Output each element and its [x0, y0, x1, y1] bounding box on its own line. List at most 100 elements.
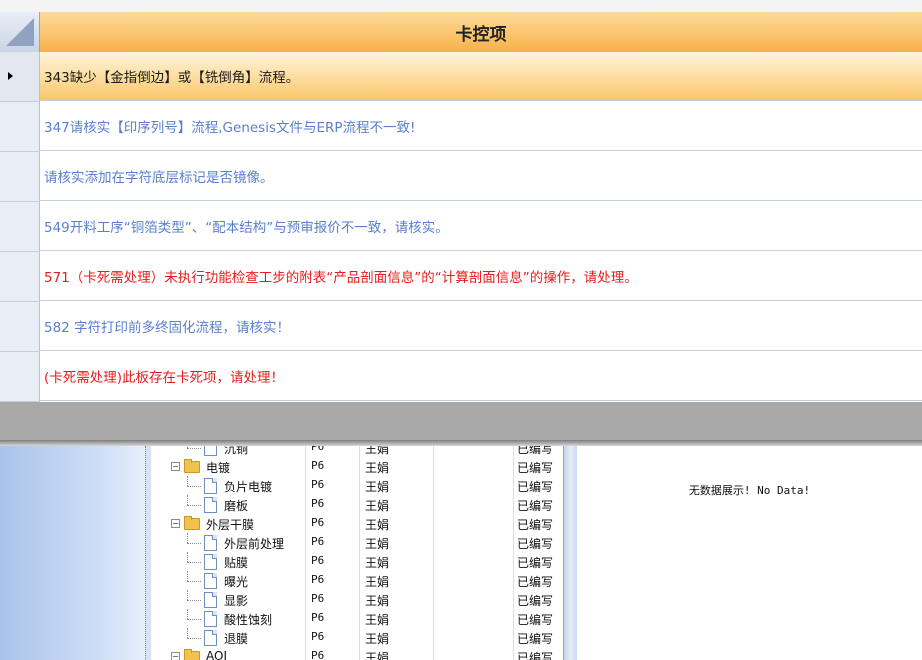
grid-row[interactable]: 343缺少【金指倒边】或【铣倒角】流程。	[0, 52, 922, 102]
row-header[interactable]	[0, 202, 40, 252]
grid-row[interactable]: 582 字符打印前多终固化流程，请核实！	[0, 302, 922, 352]
tree-cell-code: P6	[311, 516, 325, 529]
tree-connector	[187, 638, 201, 639]
collapse-toggle-icon[interactable]: −	[171, 652, 180, 660]
tree-connector	[187, 571, 188, 581]
background-window: 沉铜 P6 王娟 已编写 − 电镀 P6 王娟 已编写 负片电镀 P6 王娟 已编写 磨板 P6 王娟 已编写 −…	[0, 446, 922, 660]
folder-icon	[184, 516, 200, 530]
row-header[interactable]	[0, 52, 40, 102]
tree-cell-status: 已编写	[517, 556, 554, 570]
tree-cell-status: 已编写	[517, 613, 554, 627]
tree-row[interactable]: 曝光 P6 王娟 已编写	[151, 571, 563, 590]
tree-cell-owner: 王娟	[365, 537, 390, 551]
tree-cell-code: P6	[311, 478, 325, 491]
tree-connector	[187, 600, 201, 601]
tree-connector	[187, 543, 201, 544]
row-header[interactable]	[0, 152, 40, 202]
tree-cell-status: 已编写	[517, 537, 554, 551]
tree-connector	[187, 552, 188, 562]
folder-icon	[184, 459, 200, 473]
check-items-grid: 卡控项 343缺少【金指倒边】或【铣倒角】流程。 347请核实【印序列号】流程,G…	[0, 12, 922, 402]
tree-cell-code: P6	[311, 535, 325, 548]
row-header[interactable]	[0, 252, 40, 302]
row-header[interactable]	[0, 102, 40, 152]
tree-row[interactable]: 负片电镀 P6 王娟 已编写	[151, 476, 563, 495]
tree-row[interactable]: 显影 P6 王娟 已编写	[151, 590, 563, 609]
tree-node-label: AOI	[206, 649, 227, 660]
tree-cell-owner: 王娟	[365, 632, 390, 646]
tree-cell-code: P6	[311, 611, 325, 624]
tree-connector	[187, 609, 188, 619]
dialog-empty-area	[0, 402, 922, 440]
tree-node-label: 电镀	[206, 461, 231, 475]
grid-row[interactable]: 请核实添加在字符底层标记是否镜像。	[0, 152, 922, 202]
tree-row[interactable]: − 外层干膜 P6 王娟 已编写	[151, 514, 563, 533]
tree-cell-status: 已编写	[517, 461, 554, 475]
tree-cell-owner: 王娟	[365, 613, 390, 627]
tree-node-label: 贴膜	[224, 556, 249, 570]
tree-row[interactable]: 酸性蚀刻 P6 王娟 已编写	[151, 609, 563, 628]
tree-connector	[187, 495, 188, 505]
tree-row[interactable]: 贴膜 P6 王娟 已编写	[151, 552, 563, 571]
tree-cell-status: 已编写	[517, 575, 554, 589]
tree-cell-code: P6	[311, 630, 325, 643]
check-item-cell[interactable]: 343缺少【金指倒边】或【铣倒角】流程。	[40, 52, 922, 101]
column-header-check-items[interactable]: 卡控项	[40, 12, 922, 53]
folder-icon	[184, 649, 200, 660]
check-item-cell[interactable]: 549开料工序“铜箔类型”、“配本结构”与预审报价不一致，请核实。	[40, 202, 922, 251]
grid-row[interactable]: 347请核实【印序列号】流程,Genesis文件与ERP流程不一致!	[0, 102, 922, 152]
process-tree: 沉铜 P6 王娟 已编写 − 电镀 P6 王娟 已编写 负片电镀 P6 王娟 已编写 磨板 P6 王娟 已编写 −…	[151, 446, 563, 660]
tree-connector	[187, 486, 201, 487]
tree-row[interactable]: − AOI P6 王娟 已编写	[151, 647, 563, 660]
tree-node-label: 退膜	[224, 632, 249, 646]
collapse-toggle-icon[interactable]: −	[171, 462, 180, 471]
tree-cell-owner: 王娟	[365, 461, 390, 475]
tree-cell-status: 已编写	[517, 632, 554, 646]
grid-row[interactable]: (卡死需处理)此板存在卡死项，请处理！	[0, 352, 922, 402]
tree-cell-code: P6	[311, 649, 325, 660]
detail-pane: 无数据展示! No Data!	[577, 446, 922, 660]
tree-cell-code: P6	[311, 459, 325, 472]
left-nav-panel	[0, 446, 147, 660]
tree-row[interactable]: 沉铜 P6 王娟 已编写	[151, 446, 563, 457]
row-header[interactable]	[0, 352, 40, 402]
tree-row[interactable]: − 电镀 P6 王娟 已编写	[151, 457, 563, 476]
tree-cell-status: 已编写	[517, 518, 554, 532]
check-item-cell[interactable]: (卡死需处理)此板存在卡死项，请处理！	[40, 352, 922, 401]
tree-cell-status: 已编写	[517, 651, 554, 660]
tree-node-label: 沉铜	[224, 446, 249, 456]
document-icon	[204, 611, 217, 627]
document-icon	[204, 630, 217, 646]
tree-row[interactable]: 磨板 P6 王娟 已编写	[151, 495, 563, 514]
tree-row[interactable]: 外层前处理 P6 王娟 已编写	[151, 533, 563, 552]
check-item-cell[interactable]: 347请核实【印序列号】流程,Genesis文件与ERP流程不一致!	[40, 102, 922, 151]
check-item-cell[interactable]: 请核实添加在字符底层标记是否镜像。	[40, 152, 922, 201]
tree-cell-owner: 王娟	[365, 556, 390, 570]
grid-select-all-corner[interactable]	[0, 12, 40, 53]
tree-cell-status: 已编写	[517, 594, 554, 608]
tree-connector	[187, 562, 201, 563]
document-icon	[204, 478, 217, 494]
tree-connector	[187, 581, 201, 582]
tree-connector	[187, 476, 188, 486]
tree-cell-code: P6	[311, 446, 325, 453]
tree-connector	[187, 533, 188, 543]
collapse-toggle-icon[interactable]: −	[171, 519, 180, 528]
tree-connector	[187, 628, 188, 638]
tree-cell-status: 已编写	[517, 499, 554, 513]
document-icon	[204, 535, 217, 551]
tree-row[interactable]: 退膜 P6 王娟 已编写	[151, 628, 563, 647]
tree-node-label: 负片电镀	[224, 480, 273, 494]
tree-cell-code: P6	[311, 497, 325, 510]
no-data-message: 无数据展示! No Data!	[688, 484, 811, 497]
check-item-cell[interactable]: 571（卡死需处理）未执行功能检查工步的附表“产品剖面信息”的“计算剖面信息”的…	[40, 252, 922, 301]
row-header[interactable]	[0, 302, 40, 352]
tree-node-label: 外层前处理	[224, 537, 285, 551]
grid-row[interactable]: 549开料工序“铜箔类型”、“配本结构”与预审报价不一致，请核实。	[0, 202, 922, 252]
tree-cell-owner: 王娟	[365, 499, 390, 513]
current-row-arrow-icon	[8, 72, 13, 80]
tree-cell-code: P6	[311, 592, 325, 605]
check-item-cell[interactable]: 582 字符打印前多终固化流程，请核实！	[40, 302, 922, 351]
grid-row[interactable]: 571（卡死需处理）未执行功能检查工步的附表“产品剖面信息”的“计算剖面信息”的…	[0, 252, 922, 302]
tree-node-label: 曝光	[224, 575, 249, 589]
